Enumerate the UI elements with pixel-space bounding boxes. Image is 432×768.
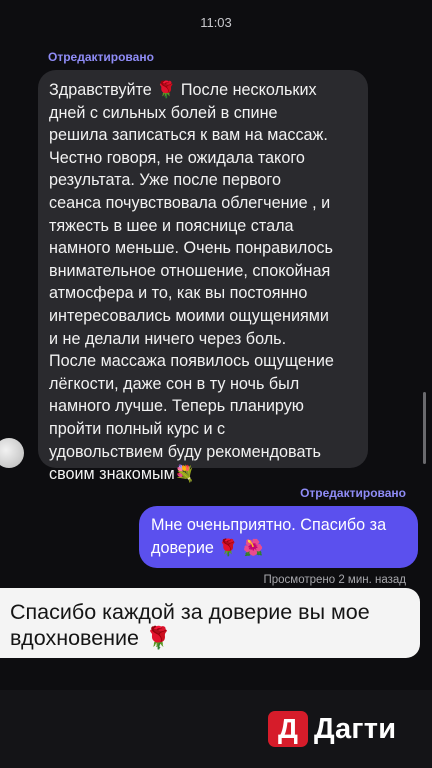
logo-mark-icon: Д: [268, 711, 308, 747]
incoming-line: внимательное отношение, спокойная: [49, 261, 331, 280]
incoming-line: тяжесть в шее и пояснице стала: [49, 216, 294, 235]
incoming-line: своим знакомым💐: [49, 465, 195, 484]
outgoing-line: Мне оченьприятно. Спасибо за: [151, 516, 387, 534]
caption-line: Спасибо каждой за доверие вы мое: [10, 600, 370, 624]
incoming-line: намного лучше. Теперь планирую: [49, 397, 304, 416]
incoming-line: решила записаться к вам на массаж.: [49, 126, 328, 145]
incoming-line: намного меньше. Очень понравилось: [49, 239, 333, 258]
status-time: 11:03: [200, 15, 232, 30]
incoming-line: лёгкости, даже сон в ту ночь был: [49, 374, 300, 393]
seen-status: Просмотрено 2 мин. назад: [263, 574, 406, 586]
caption-line: вдохновение 🌹: [10, 625, 172, 650]
incoming-line: Здравствуйте 🌹 После нескольких: [49, 81, 317, 99]
incoming-line: атмосфера и то, как вы постоянно: [49, 284, 308, 303]
scrollbar[interactable]: [423, 392, 426, 464]
incoming-line: пройти полный курс и с: [49, 419, 226, 438]
sender-avatar[interactable]: [0, 438, 24, 468]
caption-text: Спасибо каждой за доверие вы мое вдохнов…: [10, 600, 415, 651]
logo-text: Дагти: [314, 712, 397, 745]
outgoing-edited-label: Отредактировано: [300, 486, 406, 500]
incoming-line: удовольствием буду рекомендовать: [49, 442, 321, 461]
outgoing-line: доверие 🌹 🌺: [151, 539, 264, 557]
incoming-edited-label: Отредактировано: [48, 50, 154, 64]
incoming-line: сеанса почувствовала облегчение , и: [49, 193, 331, 212]
incoming-line: После массажа появилось ощущение: [49, 352, 334, 371]
incoming-line: Честно говоря, не ожидала такого: [49, 148, 305, 167]
incoming-line: дней с сильных болей в спине: [49, 103, 278, 122]
incoming-line: интересовались моими ощущениями: [49, 306, 329, 325]
incoming-line: и не делали ничего через боль.: [49, 329, 287, 348]
incoming-line: результата. Уже после первого: [49, 171, 281, 190]
watermark-logo: Д Дагти: [268, 711, 396, 747]
incoming-message-bubble[interactable]: Здравствуйте 🌹 После нескольких дней с с…: [38, 70, 368, 483]
outgoing-message-bubble[interactable]: Мне оченьприятно. Спасибо за доверие 🌹 🌺: [139, 506, 418, 568]
